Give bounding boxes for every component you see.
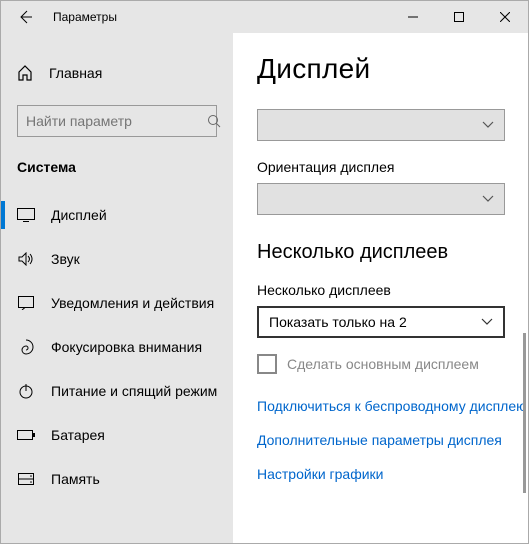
storage-icon xyxy=(17,473,35,485)
nav-item-sound[interactable]: Звук xyxy=(1,237,233,281)
make-primary-row: Сделать основным дисплеем xyxy=(257,354,528,374)
power-icon xyxy=(17,383,35,399)
arrow-left-icon xyxy=(17,9,33,25)
nav-home[interactable]: Главная xyxy=(1,53,233,93)
nav-home-label: Главная xyxy=(49,65,102,81)
link-advanced-display[interactable]: Дополнительные параметры дисплея xyxy=(257,432,528,448)
multi-displays-heading: Несколько дисплеев xyxy=(257,241,528,264)
nav-item-label: Питание и спящий режим xyxy=(51,383,217,399)
make-primary-checkbox[interactable] xyxy=(257,354,277,374)
nav-item-label: Память xyxy=(51,471,100,487)
dropdown-scale[interactable] xyxy=(257,109,505,141)
dropdown-multi-displays[interactable]: Показать только на 2 xyxy=(257,306,505,338)
notifications-icon xyxy=(17,296,35,310)
settings-window: Параметры Главная Система xyxy=(0,0,529,544)
nav-item-label: Батарея xyxy=(51,427,105,443)
dropdown-orientation[interactable] xyxy=(257,183,505,215)
nav-item-label: Звук xyxy=(51,251,80,267)
dropdown-multi-value: Показать только на 2 xyxy=(269,314,407,330)
window-controls xyxy=(390,1,528,33)
nav-item-battery[interactable]: Батарея xyxy=(1,413,233,457)
maximize-button[interactable] xyxy=(436,1,482,33)
chevron-down-icon xyxy=(481,318,493,326)
nav-item-display[interactable]: Дисплей xyxy=(1,193,233,237)
main-panel: Дисплей Ориентация дисплея Несколько дис… xyxy=(233,33,528,543)
home-icon xyxy=(17,65,33,81)
close-icon xyxy=(500,12,510,22)
nav-item-notifications[interactable]: Уведомления и действия xyxy=(1,281,233,325)
chevron-down-icon xyxy=(482,195,494,203)
multi-displays-label: Несколько дисплеев xyxy=(257,282,528,298)
scrollbar[interactable] xyxy=(523,333,526,493)
link-wireless-display[interactable]: Подключиться к беспроводному дисплею xyxy=(257,398,528,414)
sidebar: Главная Система Дисплей Звук xyxy=(1,33,233,543)
search-box[interactable] xyxy=(17,105,217,137)
nav-item-label: Фокусировка внимания xyxy=(51,339,202,355)
window-title: Параметры xyxy=(49,10,390,24)
close-button[interactable] xyxy=(482,1,528,33)
nav-item-label: Уведомления и действия xyxy=(51,295,214,311)
nav-item-focus[interactable]: Фокусировка внимания xyxy=(1,325,233,369)
content: Главная Система Дисплей Звук xyxy=(1,33,528,543)
make-primary-label: Сделать основным дисплеем xyxy=(287,356,479,372)
back-button[interactable] xyxy=(1,1,49,33)
chevron-down-icon xyxy=(482,121,494,129)
nav-item-storage[interactable]: Память xyxy=(1,457,233,501)
search-input[interactable] xyxy=(26,113,207,129)
section-label: Система xyxy=(1,145,233,185)
minimize-button[interactable] xyxy=(390,1,436,33)
minimize-icon xyxy=(408,12,418,22)
titlebar: Параметры xyxy=(1,1,528,33)
nav-list: Дисплей Звук Уведомления и действия Фоку… xyxy=(1,193,233,501)
battery-icon xyxy=(17,430,35,440)
nav-item-label: Дисплей xyxy=(51,207,107,223)
nav-item-power[interactable]: Питание и спящий режим xyxy=(1,369,233,413)
page-heading: Дисплей xyxy=(257,53,528,85)
sound-icon xyxy=(17,252,35,266)
search-icon xyxy=(207,114,221,128)
focus-icon xyxy=(17,339,35,355)
maximize-icon xyxy=(454,12,464,22)
display-icon xyxy=(17,208,35,222)
link-graphics-settings[interactable]: Настройки графики xyxy=(257,466,528,482)
orientation-label: Ориентация дисплея xyxy=(257,159,528,175)
